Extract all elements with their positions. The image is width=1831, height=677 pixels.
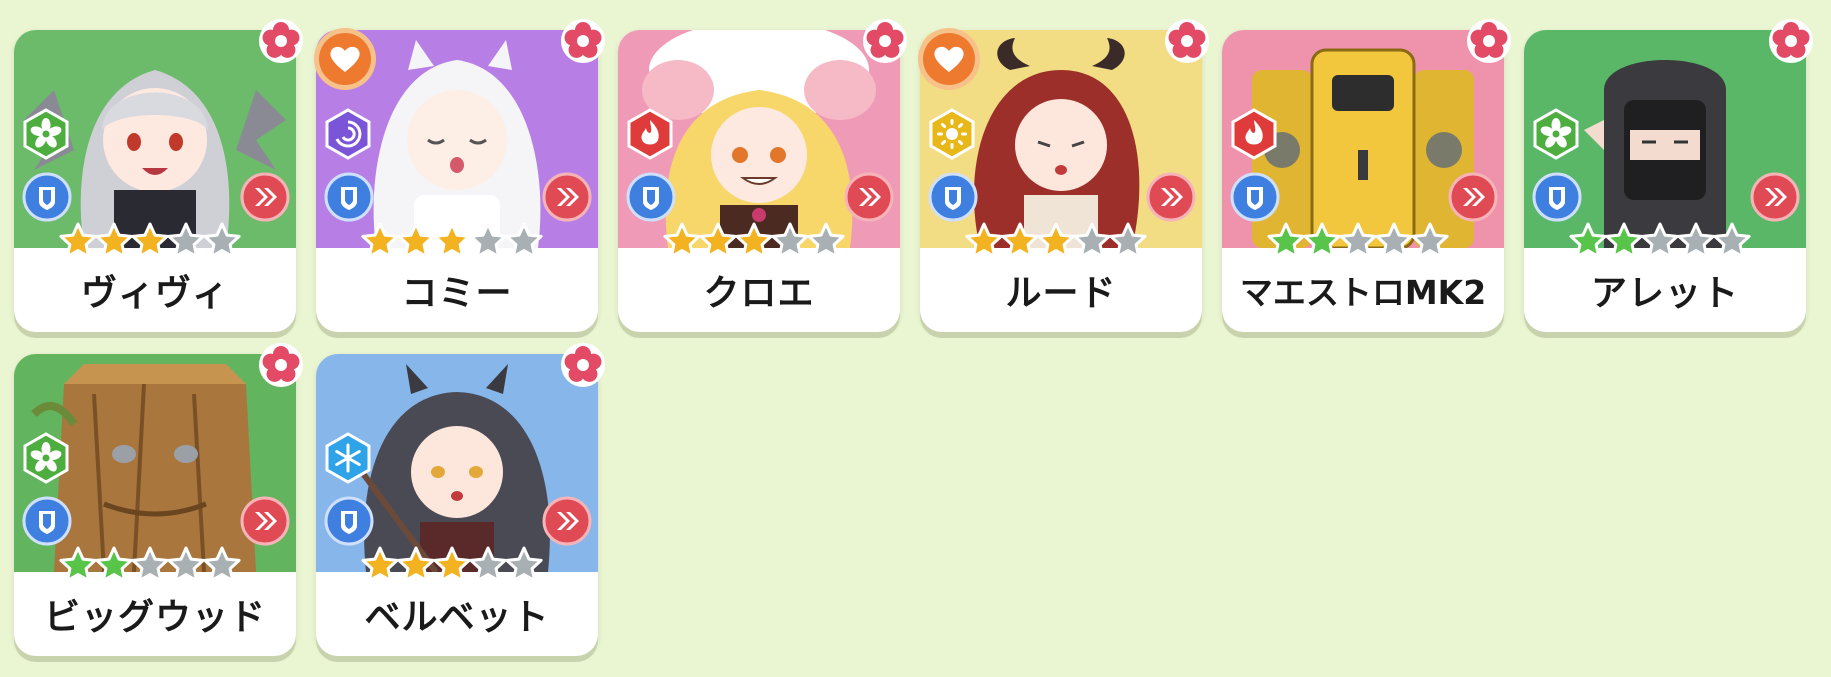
star-icon-filled (95, 222, 133, 259)
character-name: コミー (401, 273, 513, 314)
flower-icon (862, 18, 908, 64)
star-icon-empty (807, 222, 845, 259)
flower-icon (560, 342, 606, 388)
star-icon-empty (131, 546, 169, 583)
star-icon-empty (1641, 222, 1679, 259)
flower-icon (1768, 18, 1814, 64)
element-icon (20, 432, 72, 484)
chevron-right-icon[interactable] (1750, 172, 1800, 222)
star-icon-filled (699, 222, 737, 259)
element-icon (1228, 108, 1280, 160)
flower-icon (258, 342, 304, 388)
star-icon-empty (1713, 222, 1751, 259)
shield-icon (22, 496, 72, 546)
star-icon-empty (469, 222, 507, 259)
star-rating (964, 222, 1164, 260)
star-icon-empty (1339, 222, 1377, 259)
character-grid: ヴィヴィ コミー クロエ ルード マエストロMK2 アレット ビッグウッド ベル… (0, 0, 1831, 677)
heart-icon[interactable] (916, 26, 982, 92)
star-icon-empty (203, 222, 241, 259)
star-rating (662, 222, 862, 260)
star-icon-filled (433, 546, 471, 583)
star-rating (1568, 222, 1768, 260)
star-icon-empty (1375, 222, 1413, 259)
shield-icon (928, 172, 978, 222)
star-icon-filled (1267, 222, 1305, 259)
star-icon-filled (95, 546, 133, 583)
shield-icon (324, 496, 374, 546)
star-icon-empty (505, 222, 543, 259)
star-rating (58, 222, 258, 260)
character-card[interactable]: ヴィヴィ (14, 19, 303, 332)
star-icon-filled (361, 546, 399, 583)
star-icon-filled (397, 222, 435, 259)
shield-icon (1532, 172, 1582, 222)
character-card[interactable]: コミー (314, 19, 605, 332)
character-card[interactable]: アレット (1524, 19, 1813, 332)
star-icon-empty (167, 546, 205, 583)
star-icon-empty (1073, 222, 1111, 259)
character-card[interactable]: ベルベット (316, 343, 605, 656)
star-icon-empty (1411, 222, 1449, 259)
star-icon-filled (1303, 222, 1341, 259)
character-name: マエストロMK2 (1239, 273, 1487, 312)
star-icon-filled (965, 222, 1003, 259)
star-icon-empty (203, 546, 241, 583)
shield-icon (22, 172, 72, 222)
star-rating (1266, 222, 1466, 260)
character-name: クロエ (703, 273, 815, 314)
star-icon-empty (505, 546, 543, 583)
flower-icon (560, 18, 606, 64)
element-icon (20, 108, 72, 160)
star-rating (360, 222, 560, 260)
element-icon (926, 108, 978, 160)
star-icon-filled (433, 222, 471, 259)
star-icon-filled (59, 222, 97, 259)
character-name: ビッグウッド (43, 597, 266, 638)
element-icon (624, 108, 676, 160)
shield-icon (324, 172, 374, 222)
star-icon-filled (1605, 222, 1643, 259)
chevron-right-icon[interactable] (542, 172, 592, 222)
star-icon-empty (771, 222, 809, 259)
chevron-right-icon[interactable] (542, 496, 592, 546)
character-card[interactable]: クロエ (618, 19, 907, 332)
character-name: ヴィヴィ (80, 273, 229, 314)
chevron-right-icon[interactable] (1146, 172, 1196, 222)
character-name: アレット (1590, 273, 1739, 314)
character-name: ベルベット (364, 597, 550, 638)
flower-icon (258, 18, 304, 64)
star-rating (360, 546, 560, 584)
star-icon-filled (59, 546, 97, 583)
element-icon (322, 432, 374, 484)
character-card[interactable]: ビッグウッド (14, 343, 303, 656)
chevron-right-icon[interactable] (240, 172, 290, 222)
character-name: ルード (1005, 273, 1117, 314)
flower-icon (1466, 18, 1512, 64)
star-icon-empty (167, 222, 205, 259)
shield-icon (1230, 172, 1280, 222)
chevron-right-icon[interactable] (1448, 172, 1498, 222)
star-icon-filled (1001, 222, 1039, 259)
star-icon-filled (1037, 222, 1075, 259)
character-card[interactable]: ルード (918, 19, 1209, 332)
element-icon (322, 108, 374, 160)
chevron-right-icon[interactable] (844, 172, 894, 222)
star-icon-filled (1569, 222, 1607, 259)
shield-icon (626, 172, 676, 222)
star-icon-filled (735, 222, 773, 259)
star-icon-filled (361, 222, 399, 259)
star-rating (58, 546, 258, 584)
chevron-right-icon[interactable] (240, 496, 290, 546)
flower-icon (1164, 18, 1210, 64)
star-icon-filled (397, 546, 435, 583)
star-icon-filled (663, 222, 701, 259)
star-icon-filled (131, 222, 169, 259)
character-card[interactable]: マエストロMK2 (1222, 19, 1511, 332)
heart-icon[interactable] (312, 26, 378, 92)
star-icon-empty (1109, 222, 1147, 259)
star-icon-empty (469, 546, 507, 583)
element-icon (1530, 108, 1582, 160)
star-icon-empty (1677, 222, 1715, 259)
